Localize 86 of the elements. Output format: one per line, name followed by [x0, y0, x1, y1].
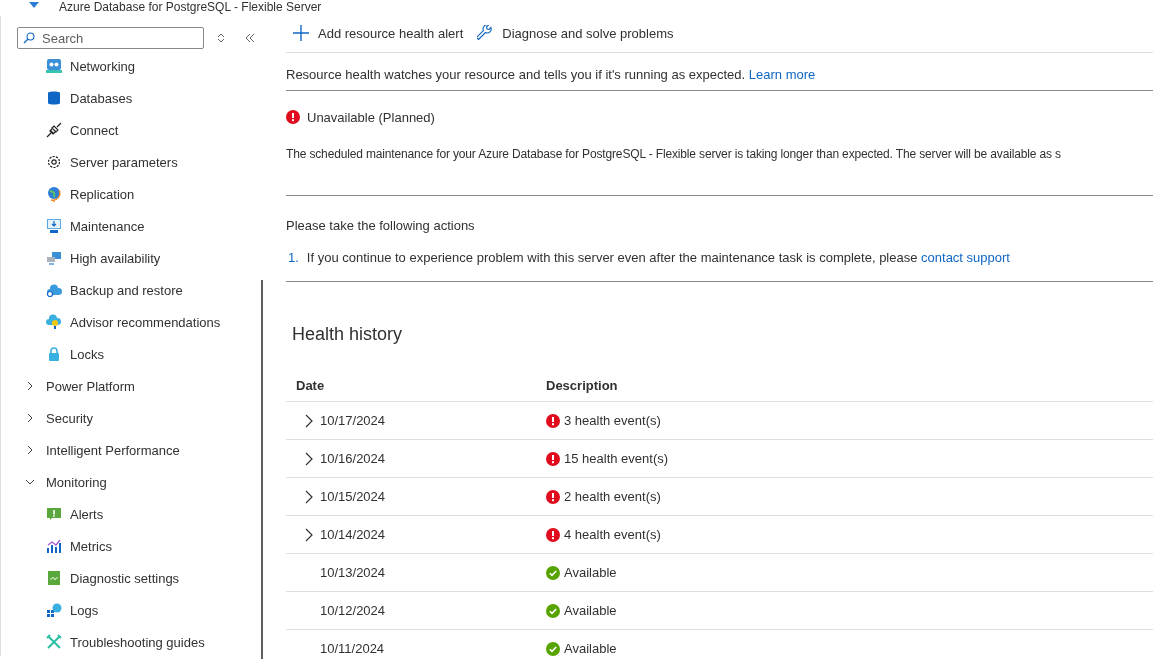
nav-item[interactable]: Locks	[70, 346, 104, 362]
chevron-right-icon[interactable]	[25, 413, 35, 423]
nav-item[interactable]: Alerts	[70, 506, 104, 522]
contact-support-link[interactable]: contact support	[921, 250, 1010, 265]
status-message: The scheduled maintenance for your Azure Database for PostgreSQL - Flexible server is taking longer than expected. The server will be available as s	[286, 146, 1062, 163]
description-cell: 2 health event(s)	[564, 489, 661, 504]
search-field[interactable]: Search	[17, 27, 204, 49]
chevron-right-icon[interactable]	[25, 445, 35, 455]
network-icon	[46, 58, 62, 74]
nav-item[interactable]: Replication	[70, 186, 135, 202]
logs-icon	[46, 602, 62, 618]
actions-heading: Please take the following actions	[286, 218, 476, 233]
error-icon	[286, 110, 300, 124]
tools-icon	[46, 634, 62, 650]
description-cell: 15 health event(s)	[564, 451, 669, 466]
sort-icon[interactable]	[217, 33, 225, 43]
description-cell: Available	[564, 641, 617, 656]
description-cell: 4 health event(s)	[564, 527, 661, 542]
nav-group[interactable]: Security	[46, 410, 93, 426]
expand-chevron-icon[interactable]	[304, 527, 314, 542]
chevron-right-icon[interactable]	[25, 381, 35, 391]
globe-icon	[46, 186, 62, 202]
database-icon	[46, 90, 62, 106]
lock-icon	[46, 346, 62, 362]
intro-text: Resource health watches your resource and tells you if it's running as expected. Learn more	[286, 66, 817, 84]
nav-item[interactable]: Advisor recommendations	[70, 314, 221, 330]
nav-item[interactable]: High availability	[70, 250, 161, 266]
nav-item[interactable]: Server parameters	[70, 154, 178, 170]
description-cell: 3 health event(s)	[564, 413, 661, 428]
resource-type-title: Azure Database for PostgreSQL - Flexible Server	[59, 0, 322, 14]
nav-item[interactable]: Troubleshooting guides	[70, 634, 205, 650]
date-cell: 10/11/2024	[320, 641, 385, 656]
nav-item[interactable]: Connect	[70, 122, 119, 138]
wrench-icon	[477, 25, 494, 41]
date-cell: 10/15/2024	[320, 489, 386, 504]
check-icon	[546, 641, 560, 656]
column-header: Date	[295, 377, 326, 393]
toolbar-button[interactable]: Diagnose and solve problems	[477, 18, 674, 48]
cloud-icon	[46, 282, 62, 298]
date-cell: 10/14/2024	[320, 527, 386, 542]
list-number: 1.	[288, 250, 299, 265]
nav-item[interactable]: Databases	[70, 90, 133, 106]
error-icon	[546, 489, 560, 504]
nav-group[interactable]: Intelligent Performance	[46, 442, 180, 458]
learn-more-link[interactable]: Learn more	[748, 67, 816, 82]
description-cell: Available	[564, 565, 617, 580]
expand-chevron-icon[interactable]	[304, 489, 314, 504]
alert-icon	[46, 506, 62, 522]
monitor-icon	[46, 218, 62, 234]
nav-item[interactable]: Diagnostic settings	[70, 570, 180, 586]
nav-group[interactable]: Power Platform	[46, 378, 135, 394]
nav-item[interactable]: Metrics	[70, 538, 112, 554]
bar-chart-icon	[46, 538, 62, 554]
error-icon	[546, 413, 560, 428]
date-cell: 10/12/2024	[320, 603, 386, 618]
date-cell: 10/17/2024	[320, 413, 386, 428]
expand-chevron-icon[interactable]	[304, 451, 314, 466]
nav-item[interactable]: Backup and restore	[70, 282, 183, 298]
expand-chevron-icon[interactable]	[304, 413, 314, 428]
column-header: Description	[546, 377, 618, 393]
chevron-down-icon[interactable]	[25, 477, 35, 487]
search-icon	[23, 32, 35, 44]
nav-group[interactable]: Monitoring	[46, 474, 107, 490]
date-cell: 10/13/2024	[320, 565, 386, 580]
date-cell: 10/16/2024	[320, 451, 386, 466]
description-cell: Available	[564, 603, 617, 618]
cloud-bulb-icon	[46, 314, 62, 330]
scrollbar-thumb[interactable]	[261, 280, 263, 659]
check-icon	[546, 603, 560, 618]
servers-icon	[46, 250, 62, 266]
plug-icon	[46, 122, 62, 138]
plus-icon	[293, 25, 309, 41]
error-icon	[546, 451, 560, 466]
nav-item[interactable]: Networking	[70, 58, 136, 74]
check-icon	[546, 565, 560, 580]
toolbar-button[interactable]: Add resource health alert	[286, 18, 464, 48]
collapse-icon[interactable]	[245, 33, 255, 43]
gear-icon	[46, 154, 62, 170]
nav-item[interactable]: Maintenance	[70, 218, 145, 234]
diagnostic-icon	[46, 570, 62, 586]
logo-icon	[28, 2, 40, 10]
section-title: Health history	[292, 324, 404, 345]
action-text: If you continue to experience problem with this server even after the maintenance task is complete, please contact support	[306, 250, 1010, 265]
nav-item[interactable]: Logs	[70, 602, 99, 618]
error-icon	[546, 527, 560, 542]
status-title: Unavailable (Planned)	[307, 109, 435, 125]
